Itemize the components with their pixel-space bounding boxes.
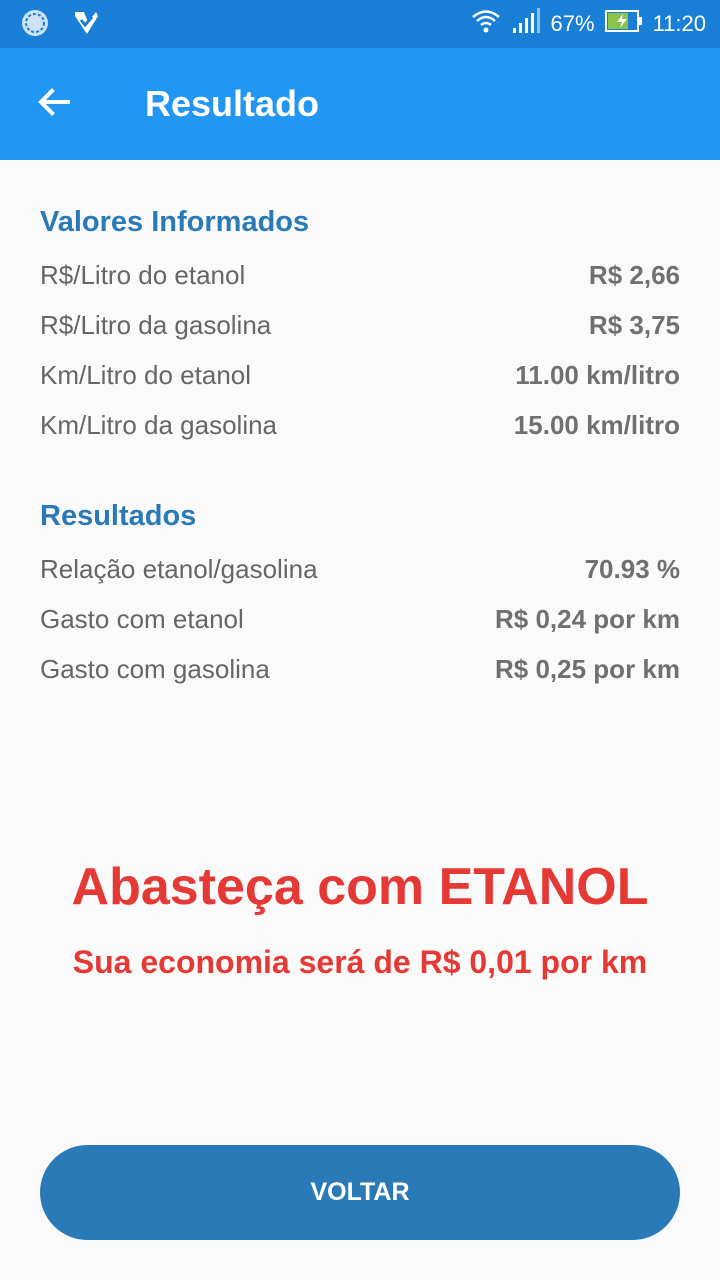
row-value: 70.93 %	[584, 553, 680, 584]
section-title-results: Resultados	[40, 500, 197, 532]
signal-icon	[511, 8, 541, 40]
page-title: Resultado	[145, 83, 320, 124]
battery-percent: 67%	[550, 11, 595, 36]
row-label: R$/Litro do etanol	[40, 259, 246, 290]
status-bar: 67% 11:20	[0, 0, 720, 48]
clock: 11:20	[652, 11, 706, 36]
section-title-informed: Valores Informados	[40, 206, 310, 238]
row-value: R$ 0,25 por km	[495, 653, 680, 684]
row-value: R$ 3,75	[588, 309, 680, 340]
wifi-icon	[471, 6, 501, 42]
verdict-savings: Sua economia será de R$ 0,01 por km	[72, 944, 648, 980]
result-row-ethanol-cost: Gasto com etanol R$ 0,24 por km	[40, 594, 680, 644]
app-bar: Resultado	[0, 48, 720, 160]
row-value: 11.00 km/litro	[515, 359, 680, 390]
back-button[interactable]	[24, 76, 84, 132]
verdict-headline: Abasteça com ETANOL	[71, 858, 649, 916]
row-label: Km/Litro do etanol	[40, 359, 252, 390]
app-sync-icon	[20, 8, 50, 43]
voltar-button[interactable]: VOLTAR	[40, 1145, 680, 1240]
row-value: 15.00 km/litro	[513, 409, 680, 440]
status-bar-notifications	[20, 8, 100, 43]
row-label: R$/Litro da gasolina	[40, 309, 272, 340]
row-label: Gasto com gasolina	[40, 653, 270, 684]
info-row-ethanol-consumption: Km/Litro do etanol 11.00 km/litro	[40, 350, 680, 400]
row-label: Relação etanol/gasolina	[40, 553, 318, 584]
row-label: Gasto com etanol	[40, 603, 244, 634]
info-row-ethanol-price: R$/Litro do etanol R$ 2,66	[40, 250, 680, 300]
row-label: Km/Litro da gasolina	[40, 409, 278, 440]
info-row-gasoline-consumption: Km/Litro da gasolina 15.00 km/litro	[40, 400, 680, 450]
arrow-back-icon	[36, 84, 72, 125]
result-row-gasoline-cost: Gasto com gasolina R$ 0,25 por km	[40, 644, 680, 694]
row-value: R$ 0,24 por km	[495, 603, 680, 634]
results-content: Valores Informados R$/Litro do etanol R$…	[40, 200, 680, 694]
battery-charging-icon	[604, 9, 643, 39]
app-check-icon	[72, 8, 100, 43]
result-row-ratio: Relação etanol/gasolina 70.93 %	[40, 544, 680, 594]
info-row-gasoline-price: R$/Litro da gasolina R$ 3,75	[40, 300, 680, 350]
row-value: R$ 2,66	[588, 259, 680, 290]
status-bar-system: 67% 11:20	[471, 0, 706, 48]
